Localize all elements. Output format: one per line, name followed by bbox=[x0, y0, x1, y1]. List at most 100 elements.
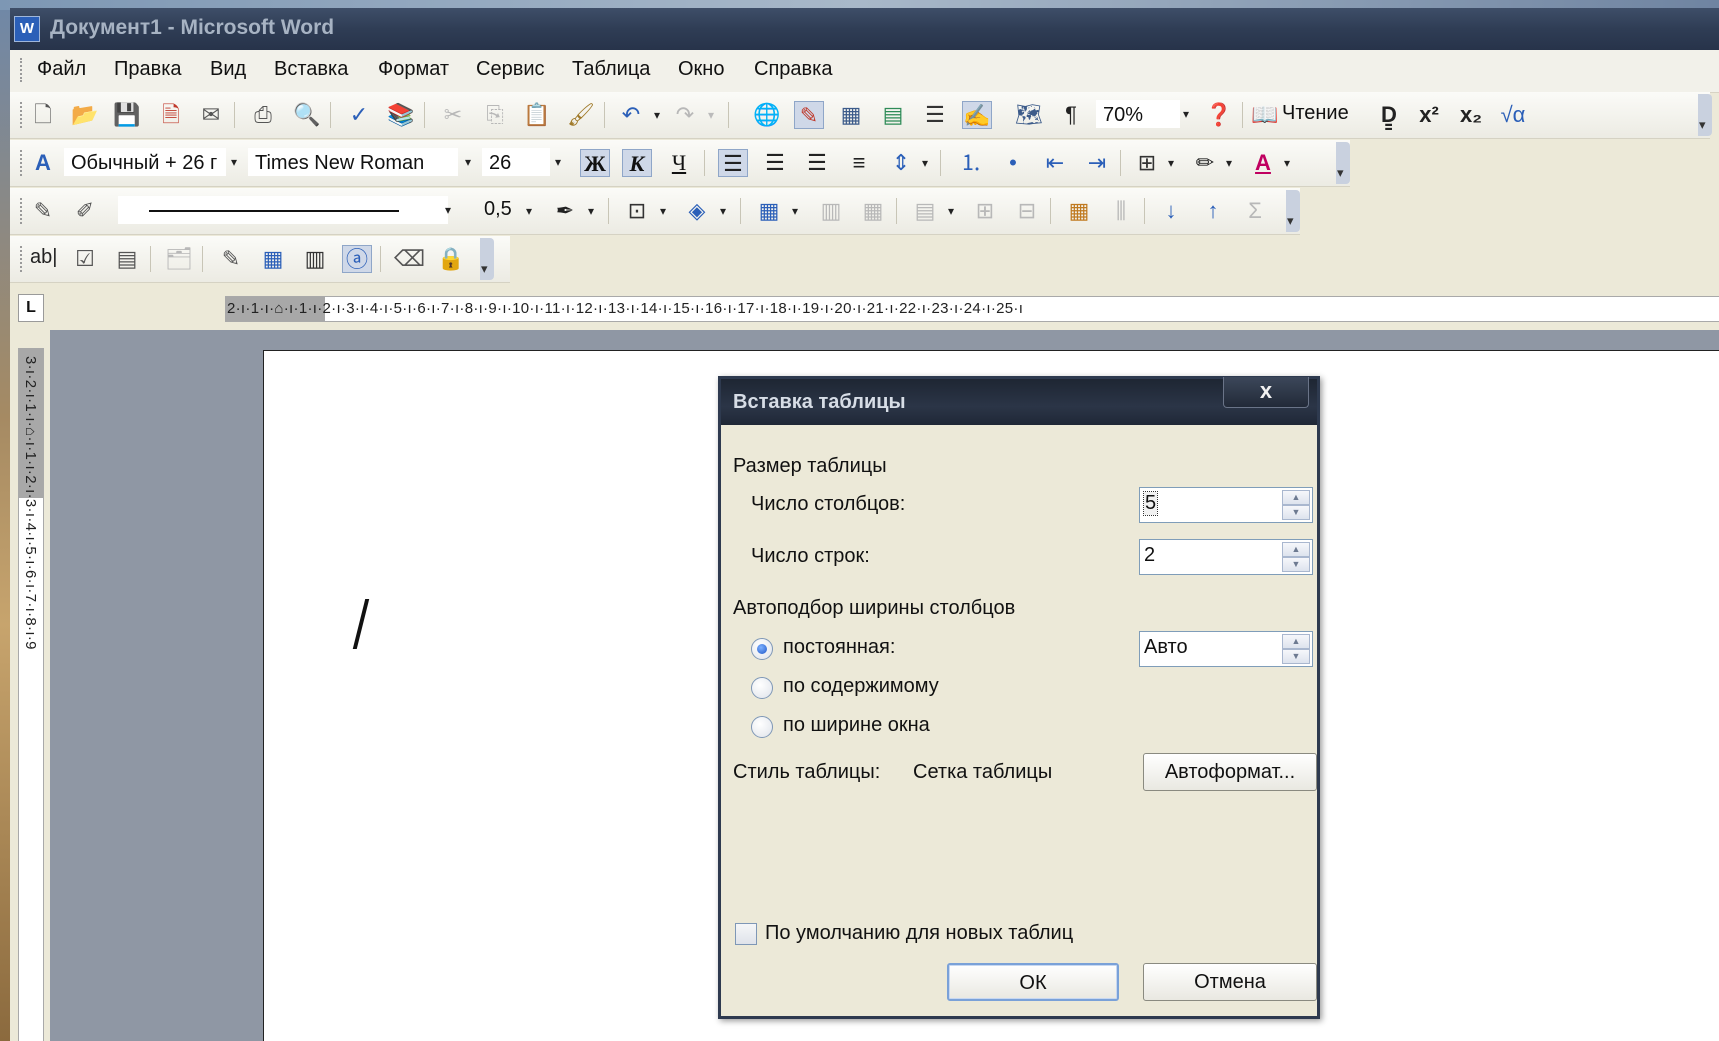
form-field-options-icon[interactable]: 🗂 bbox=[164, 245, 194, 273]
default-for-new-tables-checkbox[interactable] bbox=[735, 923, 757, 945]
line-spacing-icon[interactable]: ⇕ bbox=[886, 149, 916, 177]
eraser-table-icon[interactable]: ✐ bbox=[70, 197, 100, 225]
checkbox-form-field-icon[interactable]: ☑ bbox=[70, 245, 100, 273]
outside-border-icon[interactable]: ⊡ bbox=[622, 197, 652, 225]
reading-button-label[interactable]: Чтение bbox=[1282, 102, 1349, 125]
drawing-icon[interactable]: ✍ bbox=[962, 101, 992, 129]
toolbar-options-icon[interactable] bbox=[1286, 190, 1300, 232]
autofit-content-label[interactable]: по содержимому bbox=[783, 675, 939, 698]
show-hide-icon[interactable]: ¶ bbox=[1056, 101, 1086, 129]
zoom-combo[interactable]: 70% bbox=[1096, 100, 1180, 128]
word-app-icon[interactable]: W bbox=[14, 16, 40, 42]
line-spacing-dropdown-arrow-icon[interactable]: ▾ bbox=[918, 150, 932, 176]
menu-help[interactable]: Справка bbox=[754, 58, 832, 81]
numbering-icon[interactable]: ⒈ bbox=[956, 149, 986, 177]
autosum-icon[interactable]: Σ bbox=[1240, 197, 1270, 225]
format-painter-icon[interactable]: 🖌 bbox=[566, 101, 596, 129]
underline-icon[interactable]: Ч bbox=[664, 149, 694, 177]
spin-down-icon[interactable]: ▼ bbox=[1282, 557, 1310, 572]
rows-value[interactable]: 2 bbox=[1144, 544, 1155, 567]
vertical-ruler[interactable]: 3·ı·2·ı·1·ı·⌂·ı·1·ı·2·ı·3·ı·4·ı·5·ı·6·ı·… bbox=[18, 348, 44, 1041]
title-bar[interactable]: W Документ1 - Microsoft Word bbox=[10, 8, 1719, 50]
menu-file[interactable]: Файл bbox=[37, 58, 86, 81]
help-icon[interactable]: ❓ bbox=[1204, 101, 1234, 129]
sort-descending-icon[interactable]: ↑ bbox=[1198, 197, 1228, 225]
close-icon[interactable]: x bbox=[1223, 377, 1309, 408]
rows-spinner[interactable]: 2 ▲ ▼ bbox=[1139, 539, 1313, 575]
hyperlink-icon[interactable]: 🌐 bbox=[752, 101, 782, 129]
tables-borders-icon[interactable]: ✎ bbox=[794, 101, 824, 129]
redo-icon[interactable]: ↷ bbox=[670, 101, 700, 129]
line-style-dropdown-arrow-icon[interactable]: ▾ bbox=[438, 196, 458, 224]
shading-dropdown-arrow-icon[interactable]: ▾ bbox=[716, 198, 730, 224]
autofit-window-radio[interactable] bbox=[751, 716, 773, 738]
menu-edit[interactable]: Правка bbox=[114, 58, 182, 81]
fixed-width-spinner[interactable]: Авто ▲ ▼ bbox=[1139, 631, 1313, 667]
cancel-button[interactable]: Отмена bbox=[1143, 963, 1317, 1001]
fixed-width-label[interactable]: постоянная: bbox=[783, 636, 895, 659]
menu-grip[interactable] bbox=[20, 58, 25, 82]
font-color-icon[interactable]: A bbox=[1248, 149, 1278, 177]
font-dropdown-arrow-icon[interactable]: ▾ bbox=[458, 148, 478, 176]
autofit-window-label[interactable]: по ширине окна bbox=[783, 714, 930, 737]
toolbar-options-icon[interactable] bbox=[480, 238, 494, 280]
italic-icon[interactable]: К bbox=[622, 149, 652, 177]
protect-form-icon[interactable]: 🔒 bbox=[436, 245, 466, 273]
distribute-columns-icon[interactable]: ⊟ bbox=[1012, 197, 1042, 225]
fixed-width-value[interactable]: Авто bbox=[1144, 636, 1188, 659]
spin-up-icon[interactable]: ▲ bbox=[1282, 634, 1310, 649]
menu-insert[interactable]: Вставка bbox=[274, 58, 348, 81]
align-right-icon[interactable]: ☰ bbox=[802, 149, 832, 177]
increase-indent-icon[interactable]: ⇥ bbox=[1082, 149, 1112, 177]
outside-border-dropdown-arrow-icon[interactable]: ▾ bbox=[656, 198, 670, 224]
document-map-icon[interactable]: 🗺 bbox=[1014, 101, 1044, 129]
toolbar-options-icon[interactable] bbox=[1336, 142, 1350, 184]
autofit-content-radio[interactable] bbox=[751, 677, 773, 699]
draw-table-form-icon[interactable]: ✎ bbox=[216, 245, 246, 273]
bold-icon[interactable]: Ж bbox=[580, 149, 610, 177]
insert-frame-icon[interactable]: ▥ bbox=[300, 245, 330, 273]
superscript-icon[interactable]: x² bbox=[1414, 101, 1444, 129]
line-weight-dropdown-arrow-icon[interactable]: ▾ bbox=[522, 198, 536, 224]
styles-formatting-icon[interactable]: A bbox=[28, 149, 58, 177]
spin-down-icon[interactable]: ▼ bbox=[1282, 505, 1310, 520]
autoformat-button[interactable]: Автоформат... bbox=[1143, 753, 1317, 791]
menu-window[interactable]: Окно bbox=[678, 58, 724, 81]
merge-cells-icon[interactable]: ▥ bbox=[816, 197, 846, 225]
font-size-dropdown-arrow-icon[interactable]: ▾ bbox=[548, 148, 568, 176]
research-icon[interactable]: 📚 bbox=[386, 101, 416, 129]
align-cell-icon[interactable]: ▤ bbox=[910, 197, 940, 225]
align-cell-dropdown-arrow-icon[interactable]: ▾ bbox=[944, 198, 958, 224]
undo-dropdown-arrow-icon[interactable]: ▾ bbox=[650, 102, 664, 128]
dialog-title-bar[interactable]: Вставка таблицы x bbox=[721, 377, 1317, 425]
text-form-field-icon[interactable]: ab| bbox=[30, 246, 57, 269]
menu-tools[interactable]: Сервис bbox=[476, 58, 545, 81]
menu-table[interactable]: Таблица bbox=[572, 58, 650, 81]
menu-view[interactable]: Вид bbox=[210, 58, 246, 81]
font-combo[interactable]: Times New Roman bbox=[248, 148, 458, 176]
menu-format[interactable]: Формат bbox=[378, 58, 449, 81]
reset-form-fields-icon[interactable]: ⌫ bbox=[394, 245, 425, 273]
form-field-shading-icon[interactable]: ⓐ bbox=[342, 245, 372, 273]
bullets-icon[interactable]: • bbox=[998, 149, 1028, 177]
print-preview-icon[interactable]: 🔍 bbox=[292, 101, 322, 129]
zoom-dropdown-arrow-icon[interactable]: ▾ bbox=[1176, 100, 1196, 128]
paste-icon[interactable]: 📋 bbox=[522, 101, 552, 129]
highlight-dropdown-arrow-icon[interactable]: ▾ bbox=[1222, 150, 1236, 176]
highlight-icon[interactable]: ✏ bbox=[1190, 149, 1220, 177]
spin-up-icon[interactable]: ▲ bbox=[1282, 542, 1310, 557]
equation-icon[interactable]: √α bbox=[1498, 101, 1528, 129]
horizontal-ruler[interactable]: 2·ı·1·ı·⌂·ı·1·ı·2·ı·3·ı·4·ı·5·ı·6·ı·7·ı·… bbox=[225, 296, 1719, 322]
email-icon[interactable]: ✉ bbox=[196, 101, 226, 129]
text-direction-icon[interactable]: ⫼ bbox=[1106, 197, 1136, 225]
insert-table-dropdown-arrow-icon[interactable]: ▾ bbox=[788, 198, 802, 224]
shading-color-icon[interactable]: ◈ bbox=[682, 197, 712, 225]
distribute-rows-icon[interactable]: ⊞ bbox=[970, 197, 1000, 225]
borders-dropdown-arrow-icon[interactable]: ▾ bbox=[1164, 150, 1178, 176]
spelling-icon[interactable]: ✓ bbox=[344, 101, 374, 129]
double-underline-icon[interactable]: D̳ bbox=[1374, 101, 1404, 129]
subscript-icon[interactable]: x₂ bbox=[1456, 101, 1486, 129]
table-autoformat-icon[interactable]: ▦ bbox=[1064, 197, 1094, 225]
toolbar-grip[interactable] bbox=[20, 150, 25, 176]
insert-table-icon[interactable]: ▦ bbox=[836, 101, 866, 129]
